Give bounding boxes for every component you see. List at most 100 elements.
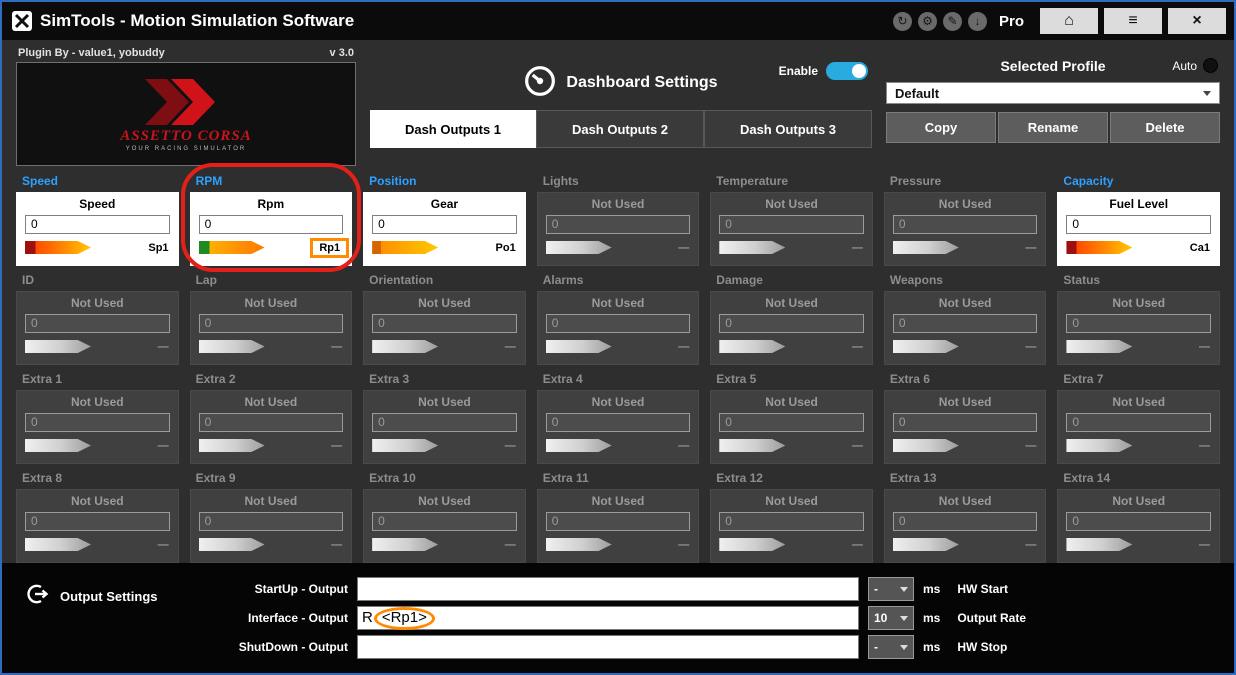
group-label: Lap — [190, 273, 353, 291]
card-title: Not Used — [885, 490, 1046, 509]
group-label: Extra 5 — [710, 372, 873, 390]
value-input[interactable]: 0 — [719, 314, 864, 333]
value-input[interactable]: 0 — [372, 512, 517, 531]
value-input[interactable]: 0 — [1066, 314, 1211, 333]
tab-dash-outputs-2[interactable]: Dash Outputs 2 — [536, 110, 704, 148]
output-card: Not Used0— — [537, 291, 700, 365]
shutdown-output-input[interactable] — [357, 635, 859, 659]
level-bar — [25, 340, 91, 353]
value-input[interactable]: 0 — [25, 215, 170, 234]
output-cell-extra-6: Extra 6Not Used0— — [884, 372, 1047, 464]
output-cell-status: StatusNot Used0— — [1057, 273, 1220, 365]
copy-button[interactable]: Copy — [886, 112, 996, 143]
value-input[interactable]: 0 — [199, 413, 344, 432]
output-card: Not Used0— — [537, 489, 700, 563]
group-label: Extra 1 — [16, 372, 179, 390]
value-input[interactable]: 0 — [199, 512, 344, 531]
code-label: — — [331, 440, 342, 452]
home-button[interactable]: ⌂ — [1040, 8, 1098, 34]
value-input[interactable]: 0 — [893, 512, 1038, 531]
value-input[interactable]: 0 — [25, 413, 170, 432]
value-input[interactable]: 0 — [546, 512, 691, 531]
code-label: Ca1 — [1190, 242, 1210, 254]
card-title: Not Used — [885, 193, 1046, 212]
output-card: Not Used0— — [363, 390, 526, 464]
output-rate-select[interactable]: 10 — [868, 606, 914, 630]
value-input[interactable]: 0 — [199, 314, 344, 333]
group-label: Extra 12 — [710, 471, 873, 489]
rename-button[interactable]: Rename — [998, 112, 1108, 143]
value-input[interactable]: 0 — [372, 215, 517, 234]
game-logo-box: ASSETTO CORSA YOUR RACING SIMULATOR — [16, 62, 356, 166]
assetto-corsa-logo-icon — [111, 77, 261, 132]
output-cell-extra-5: Extra 5Not Used0— — [710, 372, 873, 464]
shutdown-rate-select[interactable]: - — [868, 635, 914, 659]
tab-dash-outputs-3[interactable]: Dash Outputs 3 — [704, 110, 872, 148]
value-input[interactable]: 0 — [1066, 512, 1211, 531]
code-label: — — [1199, 539, 1210, 551]
value-input[interactable]: 0 — [1066, 413, 1211, 432]
output-cell-pressure: PressureNot Used0— — [884, 174, 1047, 266]
value-input[interactable]: 0 — [372, 413, 517, 432]
value-input[interactable]: 0 — [546, 314, 691, 333]
card-title: Not Used — [364, 391, 525, 410]
chevron-down-icon — [900, 616, 908, 621]
value-input[interactable]: 0 — [1066, 215, 1211, 234]
interface-output-input[interactable]: R <Rp1> — [357, 606, 859, 630]
code-label: Po1 — [496, 242, 516, 254]
interface-output-row: Interface - Output R <Rp1> 10 ms Output … — [198, 606, 1026, 630]
level-bar — [372, 241, 438, 254]
chevron-down-icon — [1203, 91, 1211, 96]
tab-dash-outputs-1[interactable]: Dash Outputs 1 — [370, 110, 536, 148]
card-title: Not Used — [17, 292, 178, 311]
menu-button[interactable]: ≡ — [1104, 8, 1162, 34]
level-bar — [719, 538, 785, 551]
level-bar — [546, 340, 612, 353]
pro-badge: Pro — [999, 13, 1024, 30]
selected-profile-title: Selected Profile — [1000, 58, 1105, 74]
value-input[interactable]: 0 — [719, 215, 864, 234]
auto-indicator[interactable] — [1203, 58, 1218, 73]
auto-label: Auto — [1172, 59, 1197, 73]
startup-output-input[interactable] — [357, 577, 859, 601]
code-label: — — [158, 341, 169, 353]
value-input[interactable]: 0 — [893, 314, 1038, 333]
card-title: Not Used — [711, 193, 872, 212]
code-label: — — [331, 539, 342, 551]
profile-dropdown[interactable]: Default — [886, 82, 1220, 104]
value-input[interactable]: 0 — [719, 413, 864, 432]
value-input[interactable]: 0 — [893, 215, 1038, 234]
output-card: Not Used0— — [190, 390, 353, 464]
output-cell-capacity: CapacityFuel Level0Ca1 — [1057, 174, 1220, 266]
code-label: — — [852, 242, 863, 254]
gear-icon[interactable]: ⚙ — [918, 12, 937, 31]
group-label: Extra 7 — [1057, 372, 1220, 390]
close-button[interactable]: × — [1168, 8, 1226, 34]
selected-profile-panel: Selected Profile Auto Default Copy Renam… — [886, 58, 1220, 164]
download-icon[interactable]: ↓ — [968, 12, 987, 31]
edit-icon[interactable]: ✎ — [943, 12, 962, 31]
simtools-logo-icon — [12, 11, 32, 31]
group-label: Extra 9 — [190, 471, 353, 489]
enable-toggle[interactable] — [826, 62, 868, 80]
value-input[interactable]: 0 — [893, 413, 1038, 432]
card-title: Not Used — [17, 391, 178, 410]
value-input[interactable]: 0 — [372, 314, 517, 333]
group-label: Lights — [537, 174, 700, 192]
value-input[interactable]: 0 — [25, 512, 170, 531]
value-input[interactable]: 0 — [199, 215, 344, 234]
value-input[interactable]: 0 — [25, 314, 170, 333]
output-cell-damage: DamageNot Used0— — [710, 273, 873, 365]
refresh-icon[interactable]: ↻ — [893, 12, 912, 31]
startup-rate-select[interactable]: - — [868, 577, 914, 601]
delete-button[interactable]: Delete — [1110, 112, 1220, 143]
code-label: — — [1025, 539, 1036, 551]
output-cell-speed: SpeedSpeed0Sp1 — [16, 174, 179, 266]
value-input[interactable]: 0 — [546, 215, 691, 234]
level-bar — [893, 241, 959, 254]
card-title: Not Used — [17, 490, 178, 509]
value-input[interactable]: 0 — [719, 512, 864, 531]
output-card: Not Used0— — [363, 489, 526, 563]
value-input[interactable]: 0 — [546, 413, 691, 432]
output-card: Not Used0— — [1057, 489, 1220, 563]
